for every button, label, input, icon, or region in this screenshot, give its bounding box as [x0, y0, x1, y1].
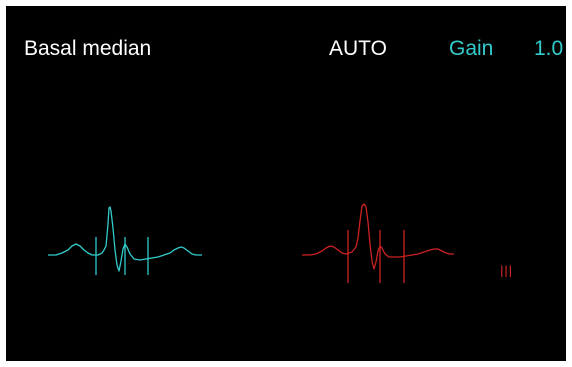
- left-median-beat: [48, 206, 202, 275]
- lead-label: III: [500, 262, 513, 281]
- right-median-beat: [302, 203, 454, 283]
- ecg-display-screen: Basal median AUTO Gain 1.0 III: [6, 6, 566, 361]
- right-waveform: [302, 203, 454, 270]
- ecg-trace-area: [48, 203, 454, 283]
